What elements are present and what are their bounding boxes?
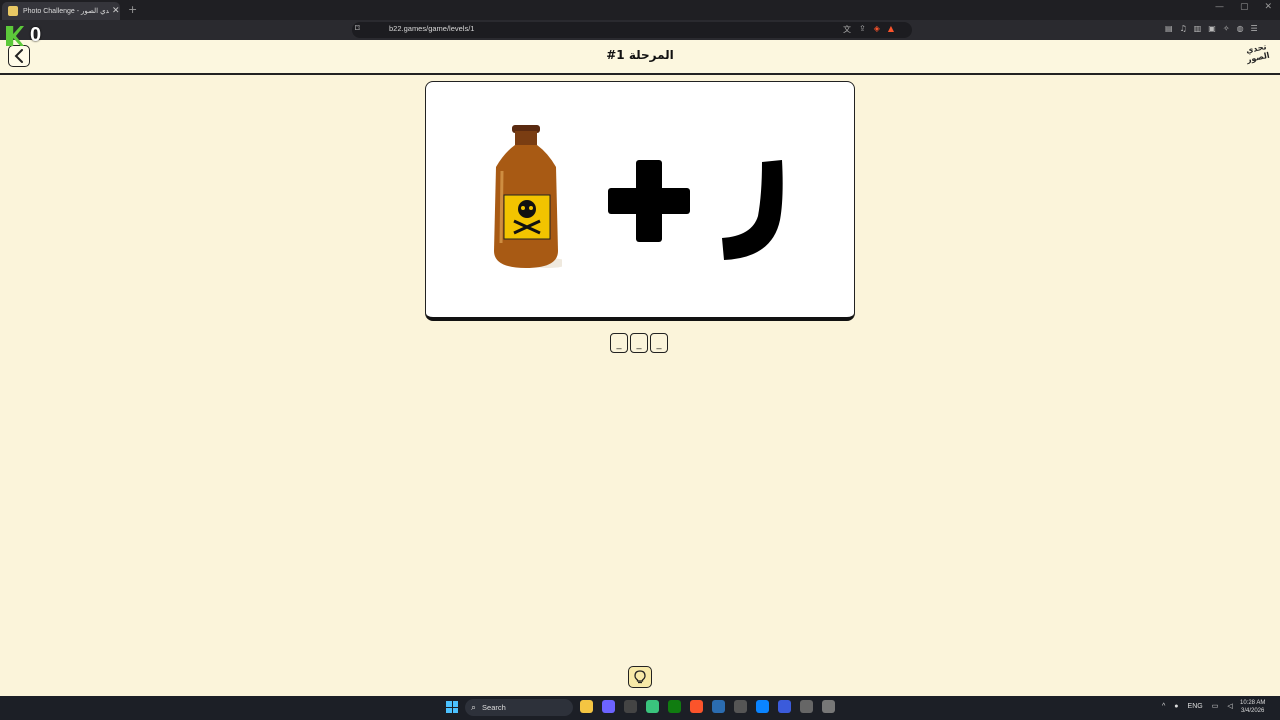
close-window-icon[interactable]: ✕ (1264, 2, 1272, 12)
tab-close-icon[interactable]: ✕ (112, 6, 120, 16)
microphone-icon[interactable]: ● (1174, 703, 1178, 710)
browser-tab-bar: Photo Challenge - تحدي الصور ✕ + — ▢ ✕ (0, 0, 1280, 20)
brave-shield-icon[interactable]: ◈ (874, 24, 880, 35)
search-icon: ⌕ (471, 702, 477, 713)
browser-tab[interactable]: Photo Challenge - تحدي الصور ✕ (2, 2, 120, 20)
app-icon[interactable] (734, 700, 747, 713)
answer-slot[interactable]: _ (610, 333, 628, 353)
url-actions: 文 ⇪ ◈ ▲ (843, 24, 894, 35)
shield-app-icon[interactable] (712, 700, 725, 713)
language-indicator[interactable]: ENG (1188, 703, 1203, 710)
clock-date: 3/4/2026 (1241, 708, 1265, 714)
rewards-icon[interactable]: ▲ (888, 24, 894, 35)
media-icon[interactable]: ♫ (1180, 24, 1187, 33)
arabic-letter-ra-icon (722, 160, 783, 260)
toolbar-icons: ▤ ♫ ▥ ▣ ✧ ◍ ☰ (1165, 24, 1258, 33)
edge-icon[interactable] (756, 700, 769, 713)
reader-icon[interactable]: ▤ (1165, 24, 1173, 33)
extension-badge: 0 (2, 22, 46, 48)
clock[interactable]: 10:28 AM 3/4/2026 (1240, 699, 1265, 715)
tab-favicon-icon (8, 6, 18, 16)
back-button[interactable] (8, 45, 30, 67)
sidebar-icon[interactable]: ▥ (1194, 24, 1202, 33)
badge-count: 0 (30, 24, 42, 46)
clock-time: 10:28 AM (1240, 700, 1266, 706)
answer-slot[interactable]: _ (630, 333, 648, 353)
k-logo-icon (6, 26, 24, 46)
share-icon[interactable]: ⇪ (859, 24, 866, 35)
app-icon[interactable] (778, 700, 791, 713)
lightbulb-icon (634, 670, 646, 684)
file-explorer-icon[interactable] (580, 700, 593, 713)
taskbar-search[interactable]: ⌕ Search (465, 699, 573, 716)
app-icon[interactable] (800, 700, 813, 713)
new-tab-button[interactable]: + (128, 3, 137, 16)
wallet-icon[interactable]: ▣ (1208, 24, 1216, 33)
level-title: المرحلة 1# (606, 48, 674, 62)
restore-icon[interactable]: ▢ (1240, 2, 1249, 12)
menu-icon[interactable]: ☰ (1251, 24, 1258, 33)
vpn-icon[interactable]: ◍ (1237, 24, 1244, 33)
volume-icon[interactable]: ◁ (1227, 702, 1232, 710)
app-icon[interactable] (822, 700, 835, 713)
leo-icon[interactable]: ✧ (1223, 24, 1230, 33)
plus-icon (608, 160, 690, 242)
chevron-up-icon[interactable]: ^ (1162, 703, 1165, 710)
app-icon[interactable] (646, 700, 659, 713)
chevron-left-icon (14, 49, 23, 63)
search-label: Search (482, 703, 506, 712)
poison-bottle-icon (494, 125, 562, 268)
answer-slot[interactable]: _ (650, 333, 668, 353)
teams-icon[interactable] (602, 700, 615, 713)
bookmark-icon[interactable]: ⌑ (355, 24, 360, 34)
answer-slots: _ _ _ (610, 333, 668, 353)
windows-start-icon[interactable] (446, 701, 458, 713)
system-tray: ^ ● ENG ▭ ◁ (1162, 702, 1233, 711)
brave-icon[interactable] (690, 700, 703, 713)
taskbar-apps (580, 700, 835, 713)
window-controls: — ▢ ✕ (1215, 2, 1272, 12)
translate-icon[interactable]: 文 (843, 24, 851, 35)
app-icon[interactable] (624, 700, 637, 713)
network-icon[interactable]: ▭ (1212, 702, 1219, 710)
hint-button[interactable] (628, 666, 652, 688)
xbox-icon[interactable] (668, 700, 681, 713)
url-text[interactable]: b22.games/game/levels/1 (389, 24, 474, 33)
minimize-icon[interactable]: — (1215, 2, 1224, 12)
tab-title: Photo Challenge - تحدي الصور (23, 8, 109, 15)
